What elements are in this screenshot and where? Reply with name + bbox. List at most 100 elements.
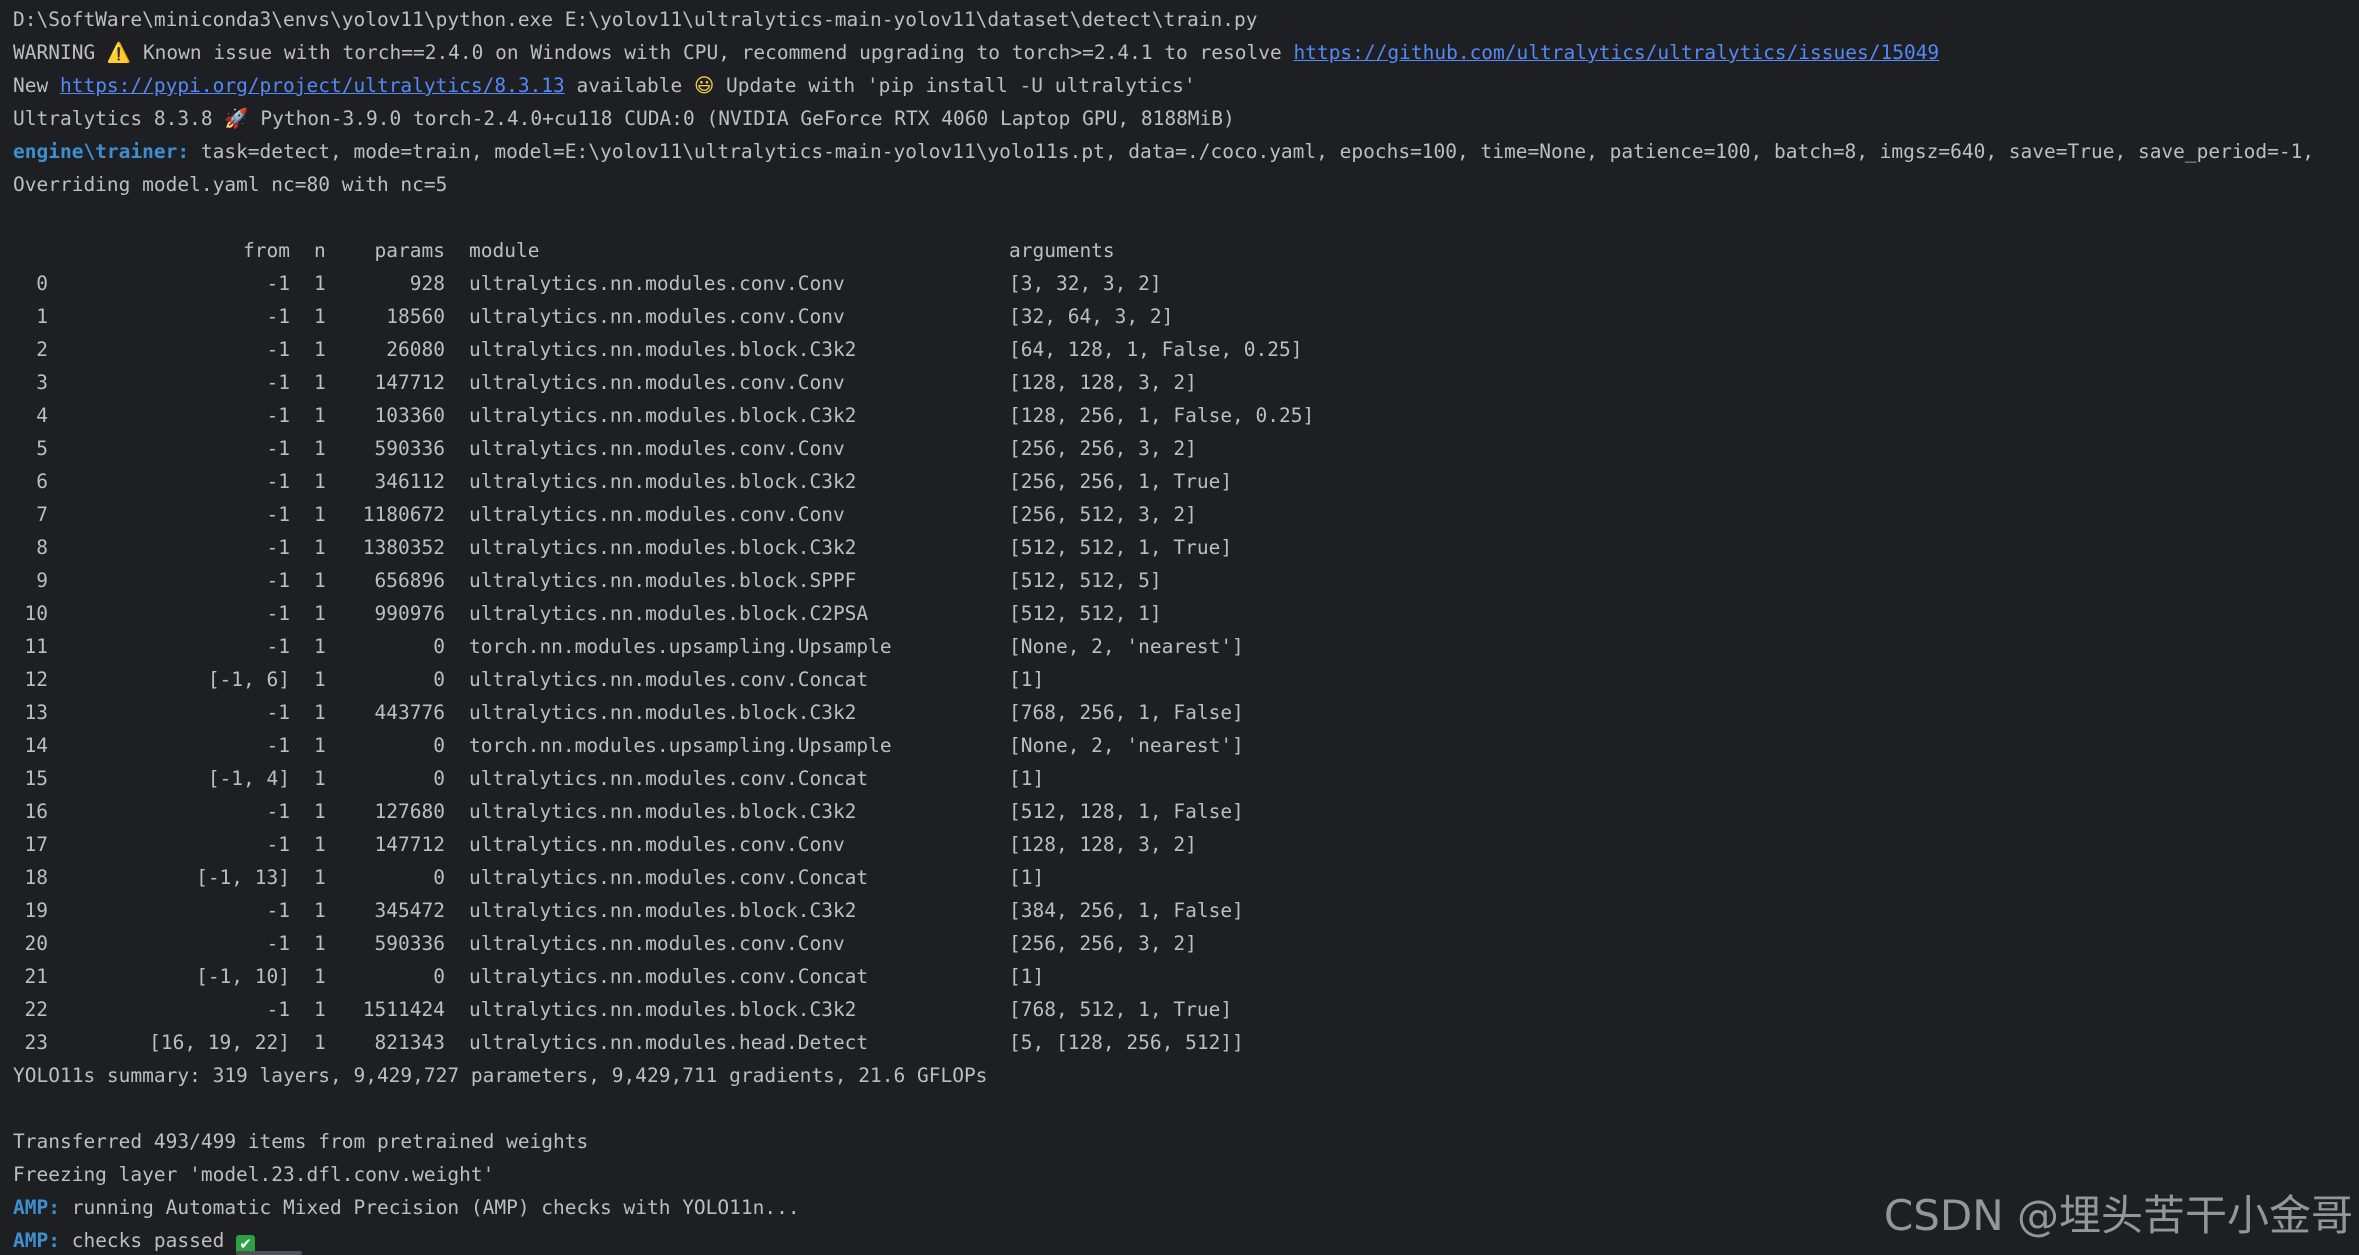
layer-module: torch.nn.modules.upsampling.Upsample: [469, 734, 892, 757]
layer-n: 1: [314, 932, 326, 955]
horizontal-scrollbar[interactable]: [236, 1251, 302, 1255]
table-row: 3 -1 1 147712 ultralytics.nn.modules.conv.Co…: [0, 366, 2359, 399]
amp-label: AMP:: [13, 1229, 60, 1252]
amp-running-text: running Automatic Mixed Precision (AMP) …: [59, 1196, 800, 1219]
amp-label: AMP:: [13, 1196, 60, 1219]
layer-index: 1: [36, 305, 48, 328]
layer-arguments: [32, 64, 3, 2]: [1009, 305, 1174, 328]
layer-params: 0: [433, 965, 445, 988]
layer-params: 18560: [386, 305, 445, 328]
layer-params: 0: [433, 866, 445, 889]
amp-passed-line: AMP: checks passed ✔: [13, 1224, 256, 1255]
layer-index: 4: [36, 404, 48, 427]
layer-module: ultralytics.nn.modules.conv.Concat: [469, 668, 869, 691]
table-row: 20 -1 1 590336 ultralytics.nn.modules.conv.C…: [0, 927, 2359, 960]
layer-n: 1: [314, 899, 326, 922]
table-row: 22 -1 1 1511424 ultralytics.nn.modules.block…: [0, 993, 2359, 1026]
layer-module: ultralytics.nn.modules.block.C3k2: [469, 338, 857, 361]
layer-index: 20: [24, 932, 48, 955]
layer-module: ultralytics.nn.modules.conv.Conv: [469, 833, 845, 856]
header-n: n: [314, 239, 326, 262]
layer-module: ultralytics.nn.modules.block.C3k2: [469, 998, 857, 1021]
layer-n: 1: [314, 734, 326, 757]
layer-module: ultralytics.nn.modules.block.C3k2: [469, 800, 857, 823]
layer-index: 10: [24, 602, 48, 625]
layer-params: 147712: [374, 833, 445, 856]
layer-from: [-1, 13]: [196, 866, 290, 889]
layer-index: 9: [36, 569, 48, 592]
layer-module: ultralytics.nn.modules.block.C2PSA: [469, 602, 869, 625]
layer-params: 0: [433, 767, 445, 790]
table-row: 10 -1 1 990976 ultralytics.nn.modules.block.…: [0, 597, 2359, 630]
layer-n: 1: [314, 338, 326, 361]
layer-n: 1: [314, 569, 326, 592]
layer-params: 0: [433, 734, 445, 757]
update-suffix: Update with 'pip install -U ultralytics': [714, 74, 1196, 97]
layer-module: ultralytics.nn.modules.conv.Concat: [469, 965, 869, 988]
layer-n: 1: [314, 800, 326, 823]
table-row: 16 -1 1 127680 ultralytics.nn.modules.block.…: [0, 795, 2359, 828]
layer-n: 1: [314, 833, 326, 856]
layer-arguments: [1]: [1009, 668, 1045, 691]
trainer-args: task=detect, mode=train, model=E:\yolov1…: [189, 140, 2315, 163]
layer-arguments: [1]: [1009, 965, 1045, 988]
override-line: Overriding model.yaml nc=80 with nc=5: [13, 173, 448, 196]
layer-from: [16, 19, 22]: [149, 1031, 290, 1054]
layer-index: 12: [24, 668, 48, 691]
warning-icon: ⚠️: [106, 41, 132, 64]
layer-params: 590336: [374, 437, 445, 460]
layer-n: 1: [314, 470, 326, 493]
update-line: New https://pypi.org/project/ultralytics…: [13, 69, 1196, 102]
table-row: 18 [-1, 13] 1 0 ultralytics.nn.modules.conv.…: [0, 861, 2359, 894]
layer-module: ultralytics.nn.modules.block.C3k2: [469, 536, 857, 559]
github-issue-link[interactable]: https://github.com/ultralytics/ultralyti…: [1293, 41, 1939, 64]
layer-arguments: [512, 512, 5]: [1009, 569, 1162, 592]
layer-arguments: [128, 128, 3, 2]: [1009, 371, 1197, 394]
layer-module: ultralytics.nn.modules.block.C3k2: [469, 404, 857, 427]
layer-arguments: [128, 256, 1, False, 0.25]: [1009, 404, 1315, 427]
layer-module: ultralytics.nn.modules.block.C3k2: [469, 701, 857, 724]
layer-params: 0: [433, 668, 445, 691]
layer-arguments: [3, 32, 3, 2]: [1009, 272, 1162, 295]
pypi-link[interactable]: https://pypi.org/project/ultralytics/8.3…: [60, 74, 565, 97]
trainer-line: engine\trainer: task=detect, mode=train,…: [13, 135, 2314, 168]
env-prefix: Ultralytics 8.3.8: [13, 107, 225, 130]
freezing-line: Freezing layer 'model.23.dfl.conv.weight…: [13, 1163, 495, 1186]
layer-n: 1: [314, 272, 326, 295]
layer-arguments: [5, [128, 256, 512]]: [1009, 1031, 1244, 1054]
layer-index: 8: [36, 536, 48, 559]
layer-from: -1: [266, 404, 290, 427]
layer-arguments: [None, 2, 'nearest']: [1009, 734, 1244, 757]
layer-n: 1: [314, 602, 326, 625]
layer-from: -1: [266, 569, 290, 592]
layer-n: 1: [314, 371, 326, 394]
table-row: 23 [16, 19, 22] 1 821343 ultralytics.nn.modu…: [0, 1026, 2359, 1059]
terminal-output[interactable]: D:\SoftWare\miniconda3\envs\yolov11\pyth…: [0, 0, 2359, 1255]
layer-module: ultralytics.nn.modules.head.Detect: [469, 1031, 869, 1054]
layer-params: 127680: [374, 800, 445, 823]
layer-index: 5: [36, 437, 48, 460]
layer-from: -1: [266, 536, 290, 559]
layer-module: ultralytics.nn.modules.conv.Conv: [469, 305, 845, 328]
header-module: module: [469, 239, 540, 262]
layer-module: ultralytics.nn.modules.block.C3k2: [469, 470, 857, 493]
table-row: 12 [-1, 6] 1 0 ultralytics.nn.modules.conv.C…: [0, 663, 2359, 696]
update-middle: available: [564, 74, 694, 97]
layer-from: -1: [266, 800, 290, 823]
transferred-line: Transferred 493/499 items from pretraine…: [13, 1130, 589, 1153]
layer-params: 928: [409, 272, 445, 295]
layer-arguments: [None, 2, 'nearest']: [1009, 635, 1244, 658]
layer-params: 1511424: [362, 998, 445, 1021]
layer-index: 2: [36, 338, 48, 361]
layer-from: -1: [266, 833, 290, 856]
header-arguments: arguments: [1009, 239, 1115, 262]
layer-index: 13: [24, 701, 48, 724]
rocket-icon: 🚀: [224, 107, 249, 130]
warning-line: WARNING ⚠️ Known issue with torch==2.4.0…: [13, 36, 1939, 69]
env-suffix: Python-3.9.0 torch-2.4.0+cu118 CUDA:0 (N…: [248, 107, 1235, 130]
amp-running-line: AMP: running Automatic Mixed Precision (…: [13, 1191, 800, 1224]
layer-params: 821343: [374, 1031, 445, 1054]
layer-arguments: [256, 512, 3, 2]: [1009, 503, 1197, 526]
layer-index: 3: [36, 371, 48, 394]
layer-params: 1180672: [362, 503, 445, 526]
